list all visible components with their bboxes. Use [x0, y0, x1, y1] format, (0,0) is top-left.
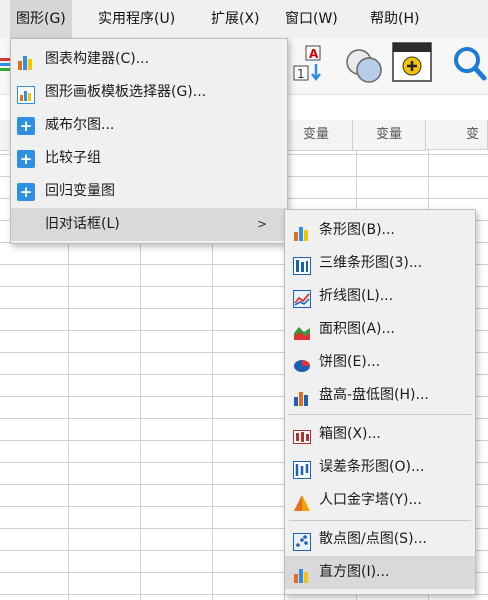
menu-item-label: 面积图(A)...: [319, 321, 395, 337]
error-bar-icon: [293, 459, 311, 479]
plus-icon: +: [17, 183, 35, 201]
menu-separator: [289, 520, 471, 521]
scatter-icon: [293, 531, 311, 551]
menu-item-label: 误差条形图(O)...: [319, 459, 425, 475]
svg-text:1: 1: [297, 67, 305, 81]
menu-item-error-bar[interactable]: 误差条形图(O)...: [285, 451, 475, 484]
sort-cases-icon[interactable]: A 1: [292, 44, 332, 84]
menu-item-label: 回归变量图: [45, 183, 115, 199]
graph-menu: 图表构建器(C)... 图形画板模板选择器(G)... + 威布尔图... + …: [10, 38, 288, 244]
menu-item-label: 折线图(L)...: [319, 288, 394, 304]
menu-item-compare-subgroups[interactable]: + 比较子组: [11, 142, 287, 175]
3d-bar-chart-icon: [293, 255, 311, 275]
menu-item-scatter-dot[interactable]: 散点图/点图(S)...: [285, 523, 475, 556]
column-header[interactable]: 变量: [353, 120, 426, 151]
menu-item-label: 箱图(X)...: [319, 426, 381, 442]
variables-icon[interactable]: [0, 58, 10, 72]
column-header[interactable]: 变量: [280, 120, 353, 151]
svg-text:A: A: [309, 47, 319, 61]
menu-item-area[interactable]: 面积图(A)...: [285, 313, 475, 346]
high-low-chart-icon: [293, 387, 311, 406]
pie-chart-icon: [293, 354, 311, 372]
menu-item-high-low[interactable]: 盘高-盘低图(H)...: [285, 379, 475, 412]
menu-item-label: 条形图(B)...: [319, 222, 395, 238]
submenu-arrow-icon: >: [257, 217, 268, 231]
menu-item-label: 直方图(I)...: [319, 564, 390, 580]
legacy-dialogs-submenu: 条形图(B)... 三维条形图(3)... 折线图(L)... 面积图(A)..…: [284, 209, 476, 595]
menu-item-label: 饼图(E)...: [319, 354, 381, 370]
menu-item-line[interactable]: 折线图(L)...: [285, 280, 475, 313]
weight-cases-icon[interactable]: [392, 42, 432, 82]
menu-item-boxplot[interactable]: 箱图(X)...: [285, 418, 475, 451]
menu-item-3d-bar[interactable]: 三维条形图(3)...: [285, 247, 475, 280]
menu-item-label: 图表构建器(C)...: [45, 51, 150, 67]
menu-item-label: 人口金字塔(Y)...: [319, 492, 422, 508]
histogram-icon: [293, 564, 311, 583]
plus-icon: +: [17, 150, 35, 168]
plus-icon: +: [17, 117, 35, 135]
pyramid-icon: [293, 492, 311, 511]
menu-window[interactable]: 窗口(W): [279, 0, 344, 38]
menu-item-template-chooser[interactable]: 图形画板模板选择器(G)...: [11, 76, 287, 109]
line-chart-icon: [293, 288, 311, 308]
template-chooser-icon: [17, 84, 35, 104]
menu-help[interactable]: 帮助(H): [364, 0, 425, 38]
menu-item-histogram[interactable]: 直方图(I)...: [285, 556, 475, 589]
column-header[interactable]: 变: [426, 120, 488, 150]
menu-separator: [289, 414, 471, 415]
menu-item-bar[interactable]: 条形图(B)...: [285, 214, 475, 247]
menu-item-pie[interactable]: 饼图(E)...: [285, 346, 475, 379]
menu-item-population-pyramid[interactable]: 人口金字塔(Y)...: [285, 484, 475, 517]
menu-item-label: 三维条形图(3)...: [319, 255, 423, 271]
menu-bar: 图形(G) 实用程序(U) 扩展(X) 窗口(W) 帮助(H): [0, 0, 488, 38]
menu-item-label: 散点图/点图(S)...: [319, 531, 427, 547]
menu-item-label: 比较子组: [45, 150, 101, 166]
area-chart-icon: [293, 321, 311, 340]
menu-utilities[interactable]: 实用程序(U): [92, 0, 181, 38]
search-icon[interactable]: [450, 44, 488, 84]
menu-item-label: 盘高-盘低图(H)...: [319, 387, 429, 403]
bar-chart-icon: [293, 222, 311, 241]
menu-item-label: 旧对话框(L): [45, 216, 120, 232]
menu-item-legacy-dialogs[interactable]: 旧对话框(L) >: [11, 208, 287, 241]
menu-item-chart-builder[interactable]: 图表构建器(C)...: [11, 43, 287, 76]
chart-builder-icon: [17, 51, 35, 70]
menu-item-label: 图形画板模板选择器(G)...: [45, 84, 207, 100]
menu-item-regression-variable-plots[interactable]: + 回归变量图: [11, 175, 287, 208]
menu-item-weibull-plot[interactable]: + 威布尔图...: [11, 109, 287, 142]
menu-extensions[interactable]: 扩展(X): [205, 0, 266, 38]
menu-graph[interactable]: 图形(G): [10, 0, 72, 38]
boxplot-icon: [293, 426, 311, 444]
menu-item-label: 威布尔图...: [45, 117, 115, 133]
select-cases-icon[interactable]: [344, 46, 384, 86]
